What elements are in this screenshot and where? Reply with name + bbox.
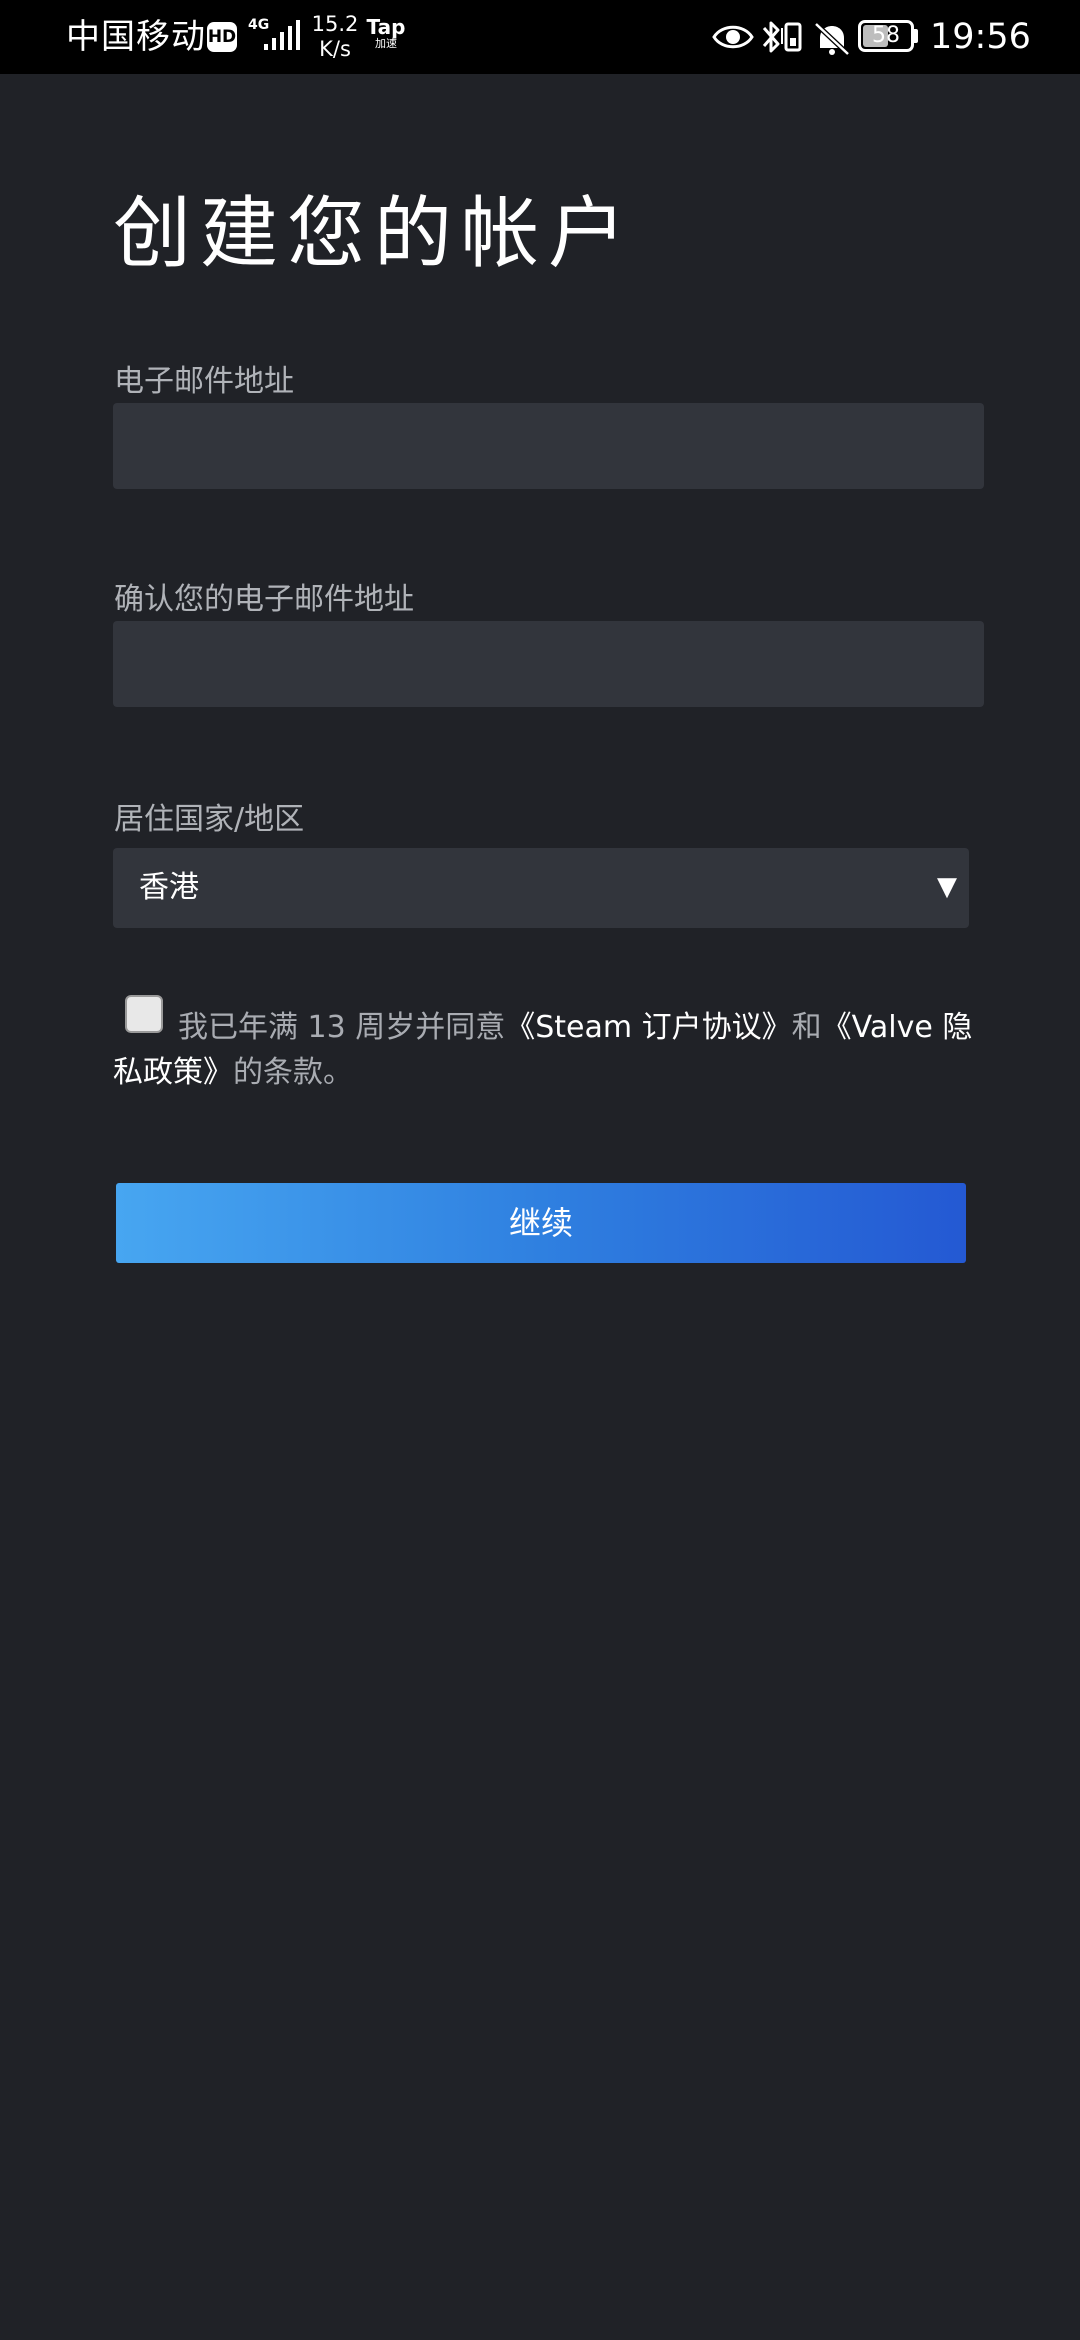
page-title: 创建您的帐户 (113, 189, 636, 279)
agreement-prefix: 我已年满 13 周岁并同意 (178, 1010, 506, 1045)
status-icons (712, 21, 850, 56)
continue-button[interactable]: 继续 (116, 1183, 966, 1263)
speed-value: 15.2 (311, 12, 359, 36)
tap-label: Tap (366, 15, 406, 39)
bell-off-icon (814, 22, 850, 56)
carrier-label: 中国移动 (66, 17, 206, 57)
battery-tip (914, 29, 918, 43)
tap-sub-label: 加速 (375, 37, 397, 50)
confirm-email-label: 确认您的电子邮件地址 (114, 582, 414, 617)
clock: 19:56 (930, 17, 1031, 57)
battery-percent: 58 (872, 23, 900, 48)
steam-subscriber-agreement-link[interactable]: 《Steam 订户协议》 (505, 1010, 791, 1045)
email-label: 电子邮件地址 (114, 364, 294, 399)
phone-vibrate-icon (781, 22, 802, 52)
battery-icon: 58 (858, 20, 914, 52)
country-selected-value: 香港 (139, 870, 199, 905)
agreement-middle: 和 (791, 1010, 822, 1045)
email-field[interactable] (113, 403, 984, 489)
status-bar: 中国移动 HD 4G 15.2 K/s Tap 加速 58 19:56 (0, 0, 1080, 74)
network-speed: 15.2 K/s (310, 12, 360, 62)
signal-icon (264, 20, 300, 50)
agreement-suffix: 的条款。 (233, 1055, 353, 1090)
bluetooth-icon (762, 21, 780, 53)
dropdown-arrow-icon: ▼ (937, 872, 957, 902)
tap-boost-indicator: Tap 加速 (366, 16, 406, 50)
agreement-text: 我已年满 13 周岁并同意《Steam 订户协议》和《Valve 隐私政策》的条… (113, 1005, 983, 1095)
confirm-email-field[interactable] (113, 621, 984, 707)
hd-badge: HD (207, 22, 237, 52)
country-select[interactable]: 香港 ▼ (113, 848, 969, 928)
country-label: 居住国家/地区 (114, 802, 305, 837)
speed-unit: K/s (319, 37, 351, 61)
eye-icon (712, 25, 754, 49)
